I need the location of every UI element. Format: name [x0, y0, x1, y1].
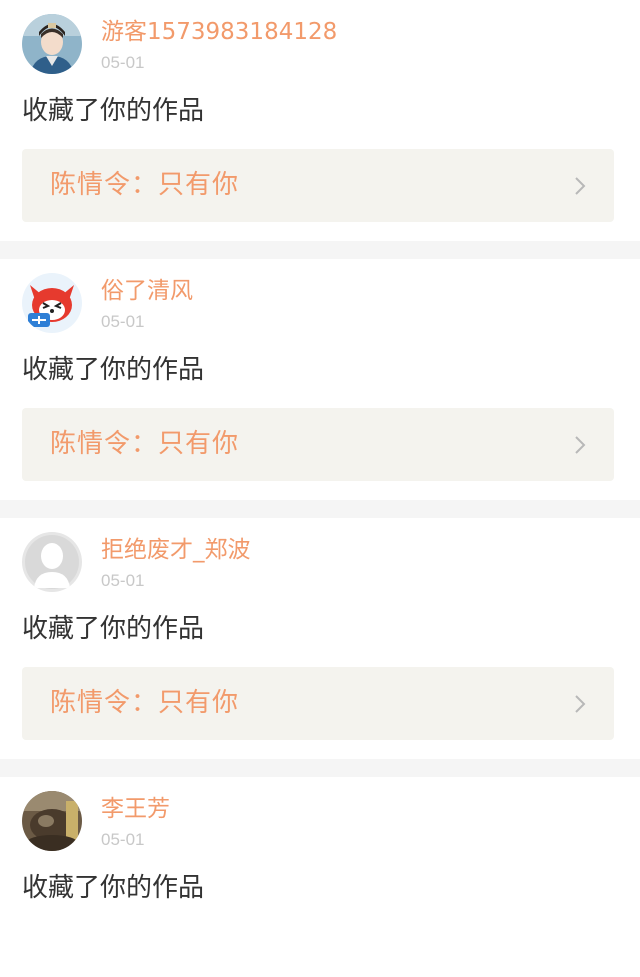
work-link[interactable]: 陈情令：只有你: [22, 408, 614, 481]
work-link[interactable]: 陈情令：只有你: [22, 149, 614, 222]
notification-feed: 游客1573983184128 05-01 收藏了你的作品 陈情令：只有你 俗了…: [0, 0, 640, 977]
chevron-right-icon: [575, 177, 586, 195]
username[interactable]: 李王芳: [101, 795, 170, 823]
chevron-right-icon: [575, 695, 586, 713]
timestamp: 05-01: [101, 53, 145, 72]
username[interactable]: 拒绝废才_郑波: [101, 536, 251, 564]
avatar-costume-icon[interactable]: [22, 14, 82, 74]
notification-card: 拒绝废才_郑波 05-01 收藏了你的作品 陈情令：只有你: [0, 518, 640, 759]
chevron-right-icon: [575, 436, 586, 454]
timestamp: 05-01: [101, 312, 145, 331]
action-text: 收藏了你的作品: [22, 96, 205, 126]
action-text: 收藏了你的作品: [22, 355, 205, 385]
action-text: 收藏了你的作品: [22, 873, 205, 903]
work-title: 陈情令：只有你: [50, 429, 240, 459]
timestamp: 05-01: [101, 571, 145, 590]
username[interactable]: 游客1573983184128: [101, 18, 337, 46]
timestamp: 05-01: [101, 830, 145, 849]
work-title: 陈情令：只有你: [50, 688, 240, 718]
action-text: 收藏了你的作品: [22, 614, 205, 644]
work-link[interactable]: 陈情令：只有你: [22, 667, 614, 740]
work-title: 陈情令：只有你: [50, 170, 240, 200]
notification-card: 俗了清风 05-01 收藏了你的作品 陈情令：只有你: [0, 259, 640, 500]
avatar-red-fox-icon[interactable]: [22, 273, 82, 333]
avatar-default-icon[interactable]: [22, 532, 82, 592]
username[interactable]: 俗了清风: [101, 277, 193, 305]
notification-card: 游客1573983184128 05-01 收藏了你的作品 陈情令：只有你: [0, 0, 640, 241]
avatar-photo-icon[interactable]: [22, 791, 82, 851]
notification-card: 李王芳 05-01 收藏了你的作品: [0, 777, 640, 977]
